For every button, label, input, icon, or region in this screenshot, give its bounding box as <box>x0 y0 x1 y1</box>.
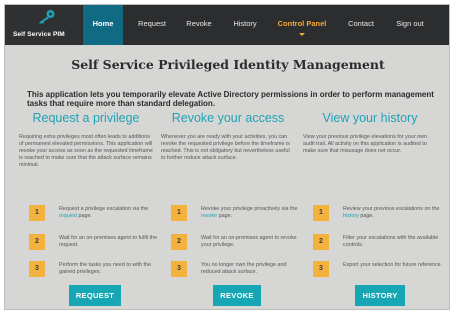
nav-control-panel-label: Control Panel <box>277 19 327 28</box>
brand-name: Self Service PIM <box>13 31 65 38</box>
history-heading: View your history <box>322 111 418 125</box>
history-page-link[interactable]: history <box>343 213 359 219</box>
nav-contact[interactable]: Contact <box>339 5 383 45</box>
history-step: 2 Filter your escalations with the avail… <box>313 234 447 256</box>
step-text-post: page. <box>217 212 233 219</box>
page-intro: This application lets you temporarily el… <box>27 90 434 108</box>
step-number-badge: 2 <box>313 234 329 250</box>
nav-sign-out[interactable]: Sign out <box>385 5 435 45</box>
request-column: Request a privilege Requiring extra priv… <box>19 111 153 169</box>
step-text-pre: Review your previous escalations on the <box>343 206 440 212</box>
revoke-step: 3 You no longer own the privilege and re… <box>171 261 305 283</box>
history-button[interactable]: HISTORY <box>355 285 405 306</box>
revoke-description: Whenever you are ready with your activit… <box>161 134 290 161</box>
chevron-down-icon <box>299 33 305 36</box>
step-text: Revoke your privilege proactively via th… <box>201 206 305 220</box>
revoke-heading: Revoke your access <box>171 111 285 125</box>
history-description: View your previous privilege elevations … <box>303 134 427 154</box>
step-number-badge: 2 <box>29 234 45 250</box>
step-text: Review your previous escalations on the … <box>343 206 447 220</box>
revoke-column: Revoke your access Whenever you are read… <box>161 111 295 162</box>
step-text-pre: Revoke your privilege proactively via th… <box>201 206 298 212</box>
revoke-step: 1 Revoke your privilege proactively via … <box>171 205 305 227</box>
step-text-post: page. <box>76 212 92 219</box>
request-button[interactable]: REQUEST <box>69 285 121 306</box>
step-text: Perform the tasks you need to with the g… <box>59 262 151 275</box>
step-text-pre: Request a privilege escalation via the <box>59 206 149 212</box>
nav-home[interactable]: Home <box>83 5 123 45</box>
request-step: 2 Wait for an on-premises agent to fulfi… <box>29 234 163 256</box>
step-text: You no longer own the privilege and redu… <box>201 262 287 275</box>
request-page-link[interactable]: request <box>59 213 77 219</box>
request-heading: Request a privilege <box>32 111 140 125</box>
revoke-page-link[interactable]: revoke <box>201 213 217 219</box>
key-icon <box>39 10 55 24</box>
revoke-step: 2 Wait for an on-premises agent to revok… <box>171 234 305 256</box>
request-description: Requiring extra privileges most often le… <box>19 134 153 168</box>
nav-revoke[interactable]: Revoke <box>177 5 221 45</box>
nav-request[interactable]: Request <box>129 5 175 45</box>
step-text: Request a privilege escalation via the r… <box>59 206 163 220</box>
step-text-post: page. <box>358 212 374 219</box>
request-step: 3 Perform the tasks you need to with the… <box>29 261 163 283</box>
history-step: 3 Export your selection for future refer… <box>313 261 447 283</box>
step-text: Wait for an on-premises agent to fulfil … <box>59 235 158 248</box>
top-navigation: Self Service PIM Home Request Revoke His… <box>5 5 449 45</box>
step-number-badge: 1 <box>313 205 329 221</box>
app-window: Self Service PIM Home Request Revoke His… <box>4 4 450 310</box>
history-column: View your history View your previous pri… <box>303 111 437 155</box>
step-text: Filter your escalations with the availab… <box>343 235 439 248</box>
brand[interactable]: Self Service PIM <box>5 5 81 45</box>
nav-history[interactable]: History <box>223 5 267 45</box>
step-number-badge: 3 <box>313 261 329 277</box>
history-step: 1 Review your previous escalations on th… <box>313 205 447 227</box>
step-number-badge: 2 <box>171 234 187 250</box>
nav-control-panel[interactable]: Control Panel <box>269 5 335 45</box>
step-number-badge: 1 <box>29 205 45 221</box>
step-number-badge: 1 <box>171 205 187 221</box>
request-step: 1 Request a privilege escalation via the… <box>29 205 163 227</box>
step-text: Export your selection for future referen… <box>343 262 443 268</box>
revoke-button[interactable]: REVOKE <box>213 285 261 306</box>
step-number-badge: 3 <box>171 261 187 277</box>
page-title: Self Service Privileged Identity Managem… <box>71 57 385 72</box>
step-text: Wait for an on-premises agent to revoke … <box>201 235 297 248</box>
step-number-badge: 3 <box>29 261 45 277</box>
